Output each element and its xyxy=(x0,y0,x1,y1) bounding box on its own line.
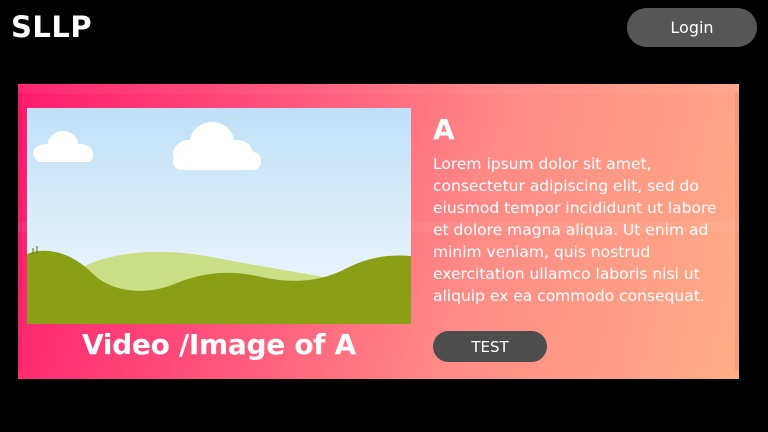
content-title: A xyxy=(433,113,455,146)
landscape-illustration xyxy=(27,108,411,324)
login-button[interactable]: Login xyxy=(627,8,757,47)
page: SLLP Login Video /Image of A A Lorem ips… xyxy=(0,0,768,432)
media-caption: Video /Image of A xyxy=(81,328,357,361)
content-body: Lorem ipsum dolor sit amet, consectetur … xyxy=(433,155,717,305)
feature-card: Video /Image of A A Lorem ipsum dolor si… xyxy=(18,84,739,379)
card-edge-right xyxy=(735,92,739,371)
site-logo[interactable]: SLLP xyxy=(11,7,92,47)
test-button[interactable]: TEST xyxy=(433,331,547,362)
card-band-top xyxy=(18,84,739,94)
landscape-image-icon[interactable] xyxy=(27,108,411,324)
card-edge-left xyxy=(18,92,22,371)
